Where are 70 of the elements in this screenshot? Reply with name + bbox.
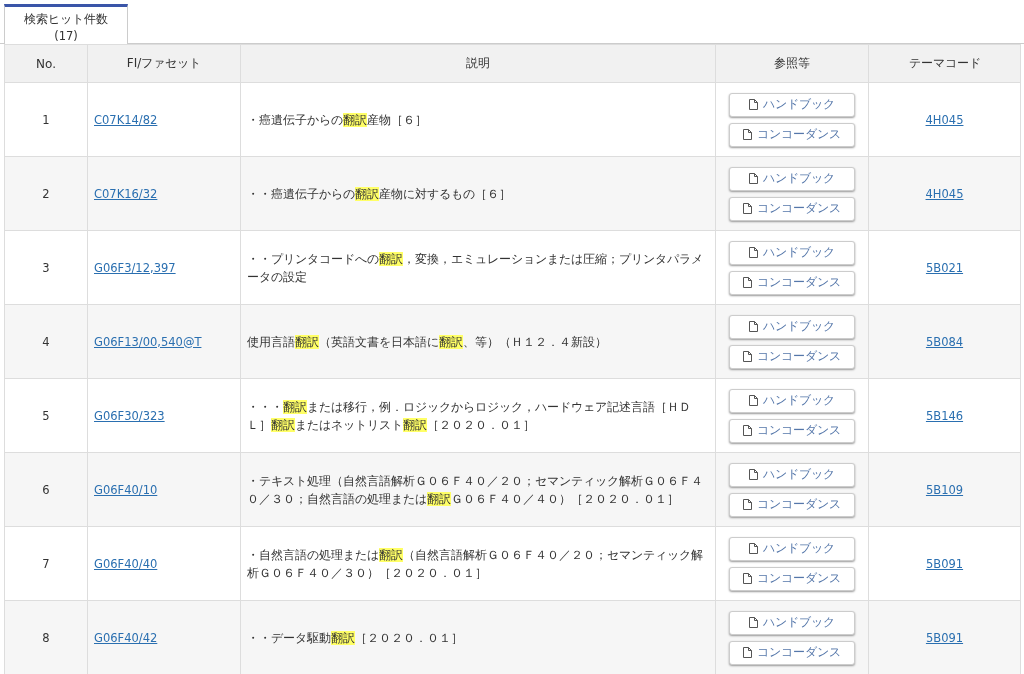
theme-code-link[interactable]: 5B084 <box>925 334 964 349</box>
concordance-button[interactable]: コンコーダンス <box>729 418 855 443</box>
row-number: 5 <box>4 378 88 453</box>
document-icon <box>749 99 758 110</box>
description-text: ・・癌遺伝子からの翻訳産物に対するもの［６］ <box>240 156 716 231</box>
fi-link[interactable]: C07K16/32 <box>94 186 158 201</box>
document-icon <box>749 321 758 332</box>
row-number: 6 <box>4 452 88 527</box>
theme-code-link[interactable]: 5B109 <box>925 482 964 497</box>
theme-code-link[interactable]: 5B091 <box>925 556 964 571</box>
document-icon <box>749 247 758 258</box>
handbook-button[interactable]: ハンドブック <box>729 536 855 561</box>
fi-link[interactable]: G06F13/00,540@T <box>94 334 202 349</box>
document-icon <box>749 469 758 480</box>
handbook-button[interactable]: ハンドブック <box>729 314 855 339</box>
result-count-tab[interactable]: 検索ヒット件数 (17) <box>4 4 128 44</box>
row-number: 1 <box>4 82 88 157</box>
concordance-button[interactable]: コンコーダンス <box>729 270 855 295</box>
document-icon <box>749 617 758 628</box>
fi-link[interactable]: C07K14/82 <box>94 112 158 127</box>
description-text: ・テキスト処理（自然言語解析Ｇ０６Ｆ４０／２０；セマンティック解析Ｇ０６Ｆ４０／３０；自然言語の処理または翻訳Ｇ０６Ｆ４０／４０）［２０２０．０１］ <box>240 452 716 527</box>
column-header: テーマコード <box>868 44 1021 83</box>
document-icon <box>743 129 752 140</box>
description-text: ・癌遺伝子からの翻訳産物［６］ <box>240 82 716 157</box>
handbook-button[interactable]: ハンドブック <box>729 166 855 191</box>
handbook-button[interactable]: ハンドブック <box>729 610 855 635</box>
row-number: 8 <box>4 600 88 674</box>
description-text: 使用言語翻訳（英語文書を日本語に翻訳、等）（Ｈ１２．４新設） <box>240 304 716 379</box>
handbook-button[interactable]: ハンドブック <box>729 92 855 117</box>
handbook-button[interactable]: ハンドブック <box>729 388 855 413</box>
description-text: ・自然言語の処理または翻訳（自然言語解析Ｇ０６Ｆ４０／２０；セマンティック解析Ｇ０６Ｆ４０／３０）［２０２０．０１］ <box>240 526 716 601</box>
document-icon <box>743 203 752 214</box>
theme-code-link[interactable]: 5B091 <box>925 630 964 645</box>
concordance-button[interactable]: コンコーダンス <box>729 640 855 665</box>
theme-code-link[interactable]: 4H045 <box>925 112 964 127</box>
concordance-button[interactable]: コンコーダンス <box>729 196 855 221</box>
concordance-button[interactable]: コンコーダンス <box>729 492 855 517</box>
column-header: 説明 <box>240 44 716 83</box>
column-header: No. <box>4 44 88 83</box>
column-header: FI/ファセット <box>87 44 241 83</box>
document-icon <box>743 573 752 584</box>
theme-code-link[interactable]: 4H045 <box>925 186 964 201</box>
row-number: 2 <box>4 156 88 231</box>
theme-code-link[interactable]: 5B021 <box>925 260 964 275</box>
fi-link[interactable]: G06F40/40 <box>94 556 158 571</box>
fi-link[interactable]: G06F40/42 <box>94 630 158 645</box>
document-icon <box>743 647 752 658</box>
theme-code-link[interactable]: 5B146 <box>925 408 964 423</box>
row-number: 3 <box>4 230 88 305</box>
document-icon <box>743 425 752 436</box>
description-text: ・・データ駆動翻訳［２０２０．０１］ <box>240 600 716 674</box>
document-icon <box>749 395 758 406</box>
fi-link[interactable]: G06F40/10 <box>94 482 158 497</box>
concordance-button[interactable]: コンコーダンス <box>729 344 855 369</box>
row-number: 4 <box>4 304 88 379</box>
document-icon <box>749 173 758 184</box>
document-icon <box>743 277 752 288</box>
fi-link[interactable]: G06F3/12,397 <box>94 260 176 275</box>
fi-link[interactable]: G06F30/323 <box>94 408 165 423</box>
concordance-button[interactable]: コンコーダンス <box>729 566 855 591</box>
description-text: ・・プリンタコードへの翻訳，変換，エミュレーションまたは圧縮；プリンタパラメータの設定 <box>240 230 716 305</box>
row-number: 7 <box>4 526 88 601</box>
document-icon <box>743 351 752 362</box>
document-icon <box>749 543 758 554</box>
handbook-button[interactable]: ハンドブック <box>729 462 855 487</box>
document-icon <box>743 499 752 510</box>
column-header: 参照等 <box>715 44 869 83</box>
concordance-button[interactable]: コンコーダンス <box>729 122 855 147</box>
description-text: ・・・翻訳または移行，例．ロジックからロジック，ハードウェア記述言語［ＨＤＬ］翻訳またはネットリスト翻訳［２０２０．０１］ <box>240 378 716 453</box>
handbook-button[interactable]: ハンドブック <box>729 240 855 265</box>
